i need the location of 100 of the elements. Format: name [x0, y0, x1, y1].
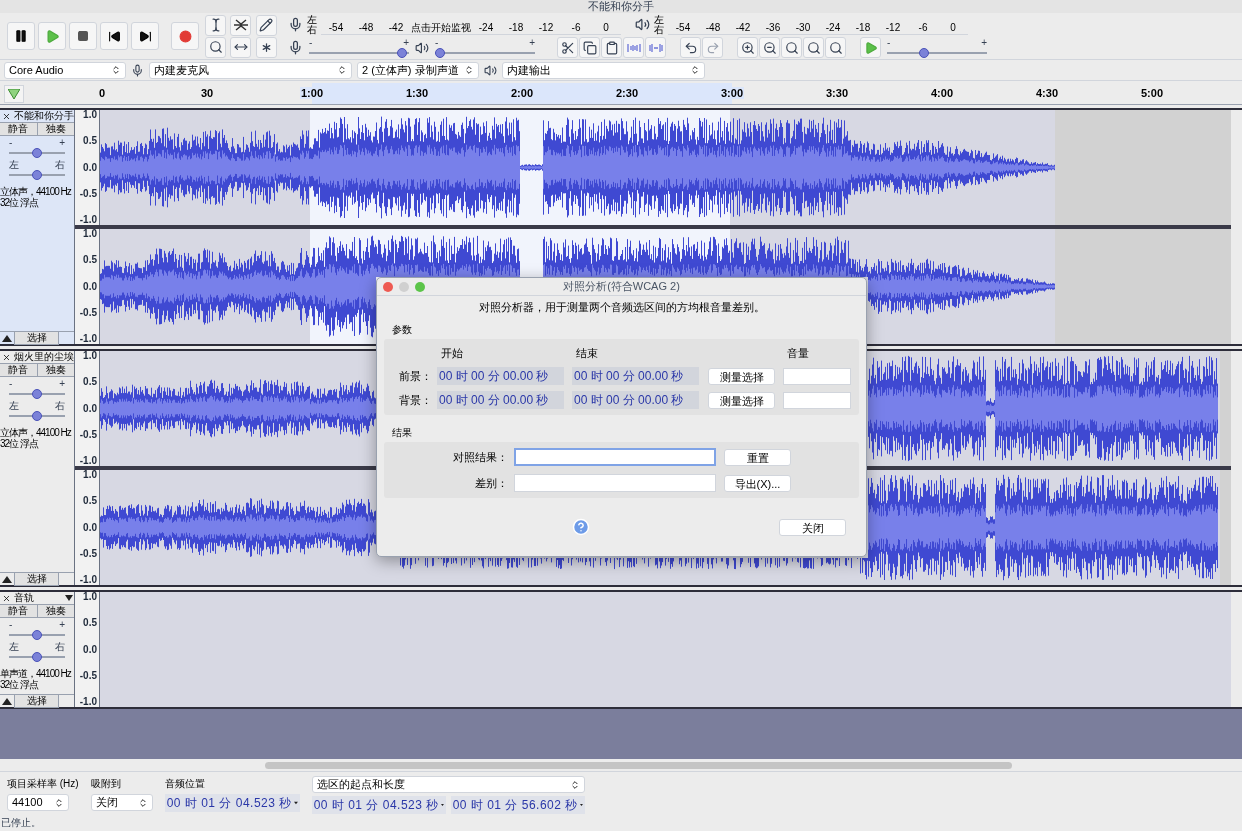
slider-track[interactable] — [887, 47, 987, 58]
record-icon — [178, 29, 192, 43]
collapse-triangle-icon[interactable] — [2, 575, 12, 583]
fit-selection-button[interactable] — [781, 37, 802, 58]
snap-to-select[interactable]: 关闭 — [90, 794, 153, 811]
playback-device-select[interactable]: 内建输出 — [502, 61, 705, 79]
stop-icon — [77, 30, 89, 42]
zoom-tool-button[interactable] — [205, 36, 226, 58]
slider-thumb[interactable] — [397, 47, 408, 58]
slider-track[interactable] — [9, 148, 65, 158]
envelope-tool-button[interactable] — [230, 14, 252, 36]
track-name-menu[interactable]: 音轨 — [13, 592, 74, 604]
sample-rate-select[interactable]: 44100 — [7, 794, 69, 811]
slider-track[interactable] — [9, 389, 65, 399]
result-button[interactable]: 导出(X)... — [724, 474, 791, 492]
slider-thumb[interactable] — [32, 148, 42, 158]
slider-thumb[interactable] — [32, 411, 42, 421]
track-info-text: 32位 浮点 — [0, 679, 40, 690]
track-name-menu[interactable]: 烟火里的尘埃 — [13, 351, 74, 363]
collapse-triangle-icon[interactable] — [2, 334, 12, 342]
ruler-label: 0 — [97, 87, 107, 99]
level-meter[interactable]: -54 -48 -42 点击开始监视 -24 -18 -12 -6 0 — [321, 14, 621, 35]
zoom-out-icon — [762, 40, 777, 55]
selection-tool-button[interactable] — [205, 14, 226, 36]
close-icon[interactable] — [2, 593, 11, 603]
fit-project-button[interactable] — [803, 37, 824, 58]
end-time-field[interactable]: 00 时 00 分 00.00 秒 — [572, 391, 699, 409]
stop-button[interactable] — [69, 22, 97, 50]
measure-selection-button[interactable]: 测量选择 — [708, 367, 775, 385]
cut-button[interactable] — [557, 37, 578, 58]
start-time-field[interactable]: 00 时 00 分 00.00 秒 — [437, 391, 564, 409]
volume-field[interactable] — [783, 367, 851, 385]
collapse-triangle-icon[interactable] — [2, 697, 12, 705]
close-icon[interactable] — [2, 352, 11, 362]
play-head-button[interactable] — [4, 85, 24, 103]
close-icon[interactable] — [2, 111, 11, 121]
slider-track[interactable] — [435, 47, 535, 58]
multi-tool-button[interactable] — [255, 36, 277, 58]
slider-track[interactable] — [9, 630, 65, 640]
zoom-out-button[interactable] — [759, 37, 780, 58]
audio-host-select[interactable]: Core Audio — [4, 61, 126, 79]
solo-button[interactable]: 独奏 — [37, 605, 74, 617]
zoom-toggle-button[interactable] — [825, 37, 846, 58]
meter-tick-label: -36 — [764, 22, 782, 33]
mute-button[interactable]: 静音 — [0, 605, 38, 617]
silence-audio-icon — [648, 41, 663, 54]
speaker-icon[interactable] — [635, 17, 650, 32]
solo-button[interactable]: 独奏 — [37, 123, 74, 135]
slider-track[interactable] — [9, 652, 65, 662]
help-icon[interactable] — [572, 518, 590, 536]
time-field[interactable]: 00 时 01 分 04.523 秒 — [164, 794, 300, 812]
monitor-hint[interactable]: 点击开始监视 — [411, 22, 471, 33]
slider-thumb[interactable] — [32, 652, 42, 662]
time-field[interactable]: 00 时 01 分 04.523 秒 — [311, 796, 446, 814]
result-field[interactable] — [514, 474, 716, 492]
copy-button[interactable] — [579, 37, 600, 58]
time-shift-tool-button[interactable] — [230, 36, 252, 58]
time-field[interactable]: 00 时 01 分 56.602 秒 — [450, 796, 585, 814]
close-button[interactable]: 关闭 — [779, 518, 846, 536]
close-window-icon[interactable] — [383, 282, 393, 292]
play-at-speed-button[interactable] — [860, 37, 881, 58]
scrollbar-thumb[interactable] — [265, 761, 1012, 769]
selection-mode-select[interactable]: 选区的起点和长度 — [311, 776, 585, 793]
pause-button[interactable] — [7, 22, 35, 50]
skip-to-end-button[interactable] — [131, 22, 159, 50]
mute-button[interactable]: 静音 — [0, 364, 38, 376]
record-button[interactable] — [171, 22, 199, 50]
microphone-icon[interactable] — [288, 17, 303, 32]
slider-thumb[interactable] — [32, 170, 42, 180]
end-time-field[interactable]: 00 时 00 分 00.00 秒 — [572, 367, 699, 385]
measure-selection-button[interactable]: 测量选择 — [708, 391, 775, 409]
mute-button[interactable]: 静音 — [0, 123, 38, 135]
recording-channels-select[interactable]: 2 (立体声) 录制声道 — [357, 61, 479, 79]
select-button[interactable]: 选择 — [14, 331, 59, 345]
slider-thumb[interactable] — [32, 630, 42, 640]
select-button[interactable]: 选择 — [14, 694, 59, 708]
result-field[interactable] — [514, 448, 716, 466]
paste-button[interactable] — [601, 37, 622, 58]
slider-track[interactable] — [309, 47, 409, 58]
undo-button[interactable] — [680, 37, 701, 58]
draw-tool-button[interactable] — [255, 14, 277, 36]
dropdown-triangle-icon — [579, 803, 583, 807]
skip-to-start-button[interactable] — [100, 22, 128, 50]
zoom-in-button[interactable] — [737, 37, 758, 58]
meter-tick-label: -30 — [794, 22, 812, 33]
level-meter[interactable]: -54 -48 -42 -36 -30 -24 -18 -12 -6 0 — [668, 14, 968, 35]
select-button[interactable]: 选择 — [14, 572, 59, 586]
meter-tick-label: -54 — [674, 22, 692, 33]
slider-track[interactable] — [9, 411, 65, 421]
start-time-field[interactable]: 00 时 00 分 00.00 秒 — [437, 367, 564, 385]
slider-thumb[interactable] — [435, 47, 445, 58]
recording-device-select[interactable]: 内建麦克风 — [149, 61, 352, 79]
volume-field[interactable] — [783, 391, 851, 409]
result-button[interactable]: 重置 — [724, 448, 791, 466]
track-name-menu[interactable]: 不能和你分手 — [13, 110, 74, 122]
slider-track[interactable] — [9, 170, 65, 180]
slider-thumb[interactable] — [32, 389, 42, 399]
slider-thumb[interactable] — [918, 47, 929, 58]
timeline-ruler[interactable]: 0 30 1:00 1:30 2:00 2:30 3:00 3:30 4:00 4:30 5:00 — [0, 83, 1242, 105]
solo-button[interactable]: 独奏 — [37, 364, 74, 376]
